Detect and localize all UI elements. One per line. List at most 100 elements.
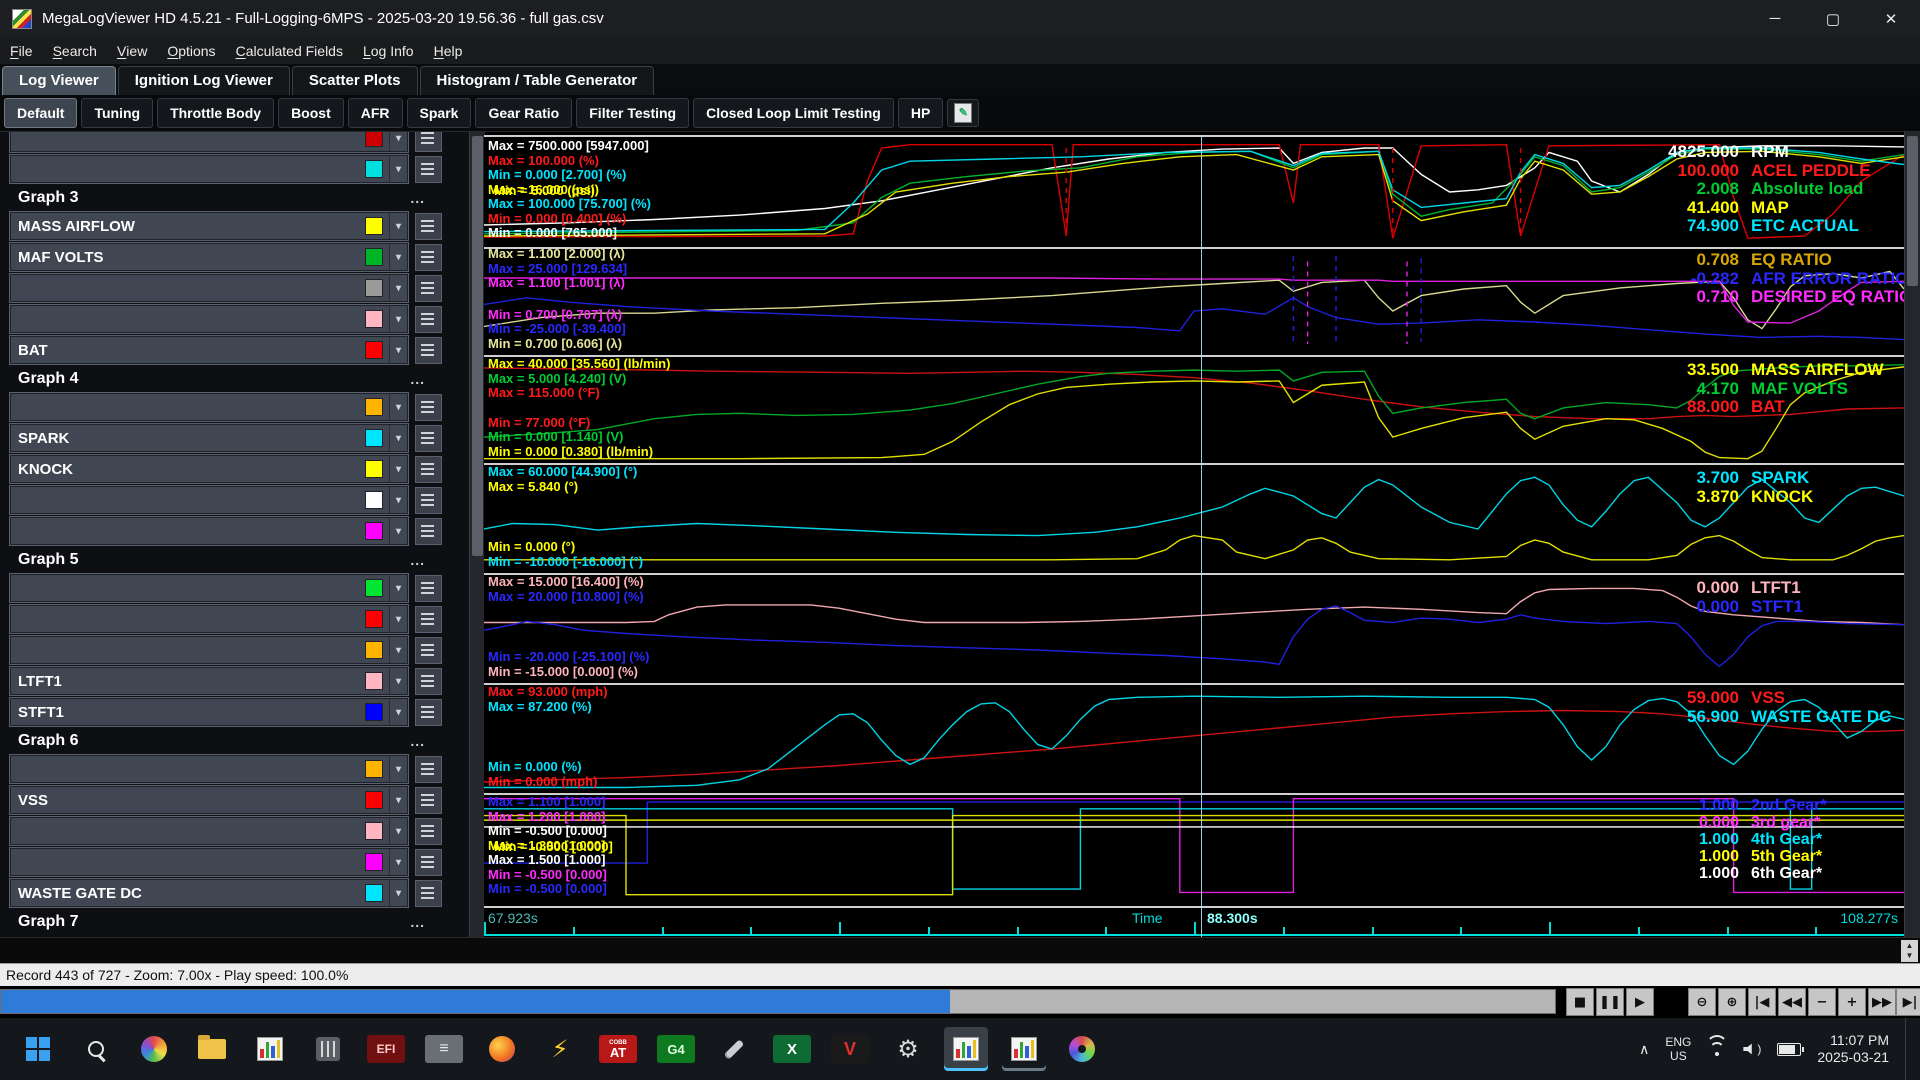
- excel-icon[interactable]: X: [770, 1027, 814, 1071]
- playback-cursor-line[interactable]: [1201, 135, 1202, 937]
- channel-menu-button[interactable]: [415, 213, 442, 240]
- channel-menu-button[interactable]: [415, 425, 442, 452]
- menu-calculated-fields[interactable]: Calculated Fields: [226, 37, 353, 64]
- pause-button[interactable]: ❚❚: [1596, 988, 1624, 1016]
- graph-panel-4[interactable]: Max = 60.000 [44.900] (°)Max = 5.840 (°)…: [484, 463, 1904, 575]
- group-menu-dots[interactable]: ...: [410, 914, 425, 930]
- playback-progress-bar[interactable]: [0, 989, 1556, 1014]
- subtab-boost[interactable]: Boost: [278, 98, 344, 128]
- firefox-icon[interactable]: [480, 1027, 524, 1071]
- subtab-spark[interactable]: Spark: [407, 98, 472, 128]
- file-explorer-icon[interactable]: [190, 1027, 234, 1071]
- graph-panel-5[interactable]: Max = 15.000 [16.400] (%)Max = 20.000 [1…: [484, 573, 1904, 685]
- graph-panel-2[interactable]: Max = 1.100 [2.000] (λ)Max = 25.000 [129…: [484, 245, 1904, 357]
- minimize-button[interactable]: ─: [1746, 0, 1804, 37]
- zoom-out-button[interactable]: ⊖: [1688, 988, 1716, 1016]
- stop-button[interactable]: ■: [1566, 988, 1594, 1016]
- channel-select[interactable]: ▾: [10, 817, 408, 845]
- skip-end-button[interactable]: ▶|: [1896, 988, 1920, 1016]
- rewind-button[interactable]: ◀◀: [1778, 988, 1806, 1016]
- channel-menu-button[interactable]: [415, 156, 442, 183]
- subtab-hp[interactable]: HP: [898, 98, 943, 128]
- close-button[interactable]: ✕: [1862, 0, 1920, 37]
- menu-view[interactable]: View: [107, 37, 157, 64]
- wifi-icon[interactable]: [1707, 1041, 1727, 1057]
- channel-menu-button[interactable]: [415, 699, 442, 726]
- tab-histogram-table-generator[interactable]: Histogram / Table Generator: [420, 66, 655, 95]
- channel-select-spark[interactable]: SPARK▾: [10, 424, 408, 452]
- faster-button[interactable]: +: [1838, 988, 1866, 1016]
- search-icon[interactable]: [74, 1027, 118, 1071]
- group-menu-dots[interactable]: ...: [410, 733, 425, 749]
- menu-search[interactable]: Search: [43, 37, 107, 64]
- group-menu-dots[interactable]: ...: [410, 190, 425, 206]
- accesstuner-icon[interactable]: COBBAT: [596, 1027, 640, 1071]
- subtab-default[interactable]: Default: [4, 98, 77, 128]
- notes-app-icon[interactable]: ≡: [422, 1027, 466, 1071]
- scroll-down-icon[interactable]: ▼: [1906, 951, 1914, 961]
- channel-menu-button[interactable]: [415, 818, 442, 845]
- palette-app-icon[interactable]: [1060, 1027, 1104, 1071]
- play-button[interactable]: ▶: [1626, 988, 1654, 1016]
- channel-select-maf-volts[interactable]: MAF VOLTS▾: [10, 243, 408, 271]
- channel-menu-button[interactable]: [415, 518, 442, 545]
- log-graph-area[interactable]: Max = 7500.000 [5947.000]Max = 100.000 (…: [484, 135, 1904, 937]
- zoom-in-button[interactable]: ⊕: [1718, 988, 1746, 1016]
- channel-select[interactable]: ▾: [10, 517, 408, 545]
- channel-select[interactable]: ▾: [10, 132, 408, 152]
- channel-menu-button[interactable]: [415, 275, 442, 302]
- channel-select[interactable]: ▾: [10, 393, 408, 421]
- megalogviewer-2-icon[interactable]: [1002, 1027, 1046, 1071]
- language-indicator[interactable]: ENG US: [1665, 1035, 1691, 1063]
- chart-app-icon[interactable]: [248, 1027, 292, 1071]
- wrench-tool-icon[interactable]: [712, 1027, 756, 1071]
- channel-select-bat[interactable]: BAT▾: [10, 336, 408, 364]
- subtab-throttle-body[interactable]: Throttle Body: [157, 98, 274, 128]
- chart-scrollbar-thumb[interactable]: [1907, 136, 1918, 286]
- menu-log-info[interactable]: Log Info: [353, 37, 424, 64]
- channel-select[interactable]: ▾: [10, 755, 408, 783]
- start-button[interactable]: [16, 1027, 60, 1071]
- subtab-new-view[interactable]: ✎: [947, 99, 979, 127]
- sidebar-scrollbar[interactable]: [469, 132, 485, 943]
- graph-panel-7[interactable]: Max = 1.100 [1.000]Max = 1.200 [1.000]Mi…: [484, 793, 1904, 908]
- subtab-afr[interactable]: AFR: [348, 98, 403, 128]
- battery-icon[interactable]: [1777, 1043, 1801, 1056]
- channel-select[interactable]: ▾: [10, 848, 408, 876]
- channel-menu-button[interactable]: [415, 337, 442, 364]
- channel-select-stft1[interactable]: STFT1▾: [10, 698, 408, 726]
- channel-menu-button[interactable]: [415, 637, 442, 664]
- slower-button[interactable]: −: [1808, 988, 1836, 1016]
- channel-select[interactable]: ▾: [10, 155, 408, 183]
- channel-menu-button[interactable]: [415, 487, 442, 514]
- tab-ignition-log-viewer[interactable]: Ignition Log Viewer: [118, 66, 290, 95]
- channel-menu-button[interactable]: [415, 880, 442, 907]
- efi-app-icon[interactable]: EFI: [364, 1027, 408, 1071]
- g4-app-icon[interactable]: G4: [654, 1027, 698, 1071]
- tab-log-viewer[interactable]: Log Viewer: [2, 66, 116, 95]
- sidebar-scrollbar-thumb[interactable]: [472, 136, 483, 556]
- clock[interactable]: 11:07 PM 2025-03-21: [1817, 1032, 1889, 1066]
- maximize-button[interactable]: ▢: [1804, 0, 1862, 37]
- channel-select[interactable]: ▾: [10, 574, 408, 602]
- flash-app-icon[interactable]: ⚡: [538, 1027, 582, 1071]
- channel-menu-button[interactable]: [415, 849, 442, 876]
- group-menu-dots[interactable]: ...: [410, 552, 425, 568]
- channel-menu-button[interactable]: [415, 306, 442, 333]
- subtab-gear-ratio[interactable]: Gear Ratio: [475, 98, 572, 128]
- channel-menu-button[interactable]: [415, 456, 442, 483]
- megalogviewer-active-icon[interactable]: [944, 1027, 988, 1071]
- volume-icon[interactable]: ): [1743, 1042, 1761, 1056]
- channel-select-mass-airflow[interactable]: MASS AIRFLOW▾: [10, 212, 408, 240]
- settings-gear-icon[interactable]: ⚙: [886, 1027, 930, 1071]
- channel-select[interactable]: ▾: [10, 636, 408, 664]
- subtab-closed-loop-limit-testing[interactable]: Closed Loop Limit Testing: [693, 98, 894, 128]
- channel-select-knock[interactable]: KNOCK▾: [10, 455, 408, 483]
- channel-menu-button[interactable]: [415, 132, 442, 152]
- channel-menu-button[interactable]: [415, 244, 442, 271]
- graph-panel-6[interactable]: Max = 93.000 (mph)Max = 87.200 (%)Min = …: [484, 683, 1904, 795]
- channel-select-vss[interactable]: VSS▾: [10, 786, 408, 814]
- subtab-filter-testing[interactable]: Filter Testing: [576, 98, 689, 128]
- v-app-icon[interactable]: V: [828, 1027, 872, 1071]
- menu-file[interactable]: File: [0, 37, 43, 64]
